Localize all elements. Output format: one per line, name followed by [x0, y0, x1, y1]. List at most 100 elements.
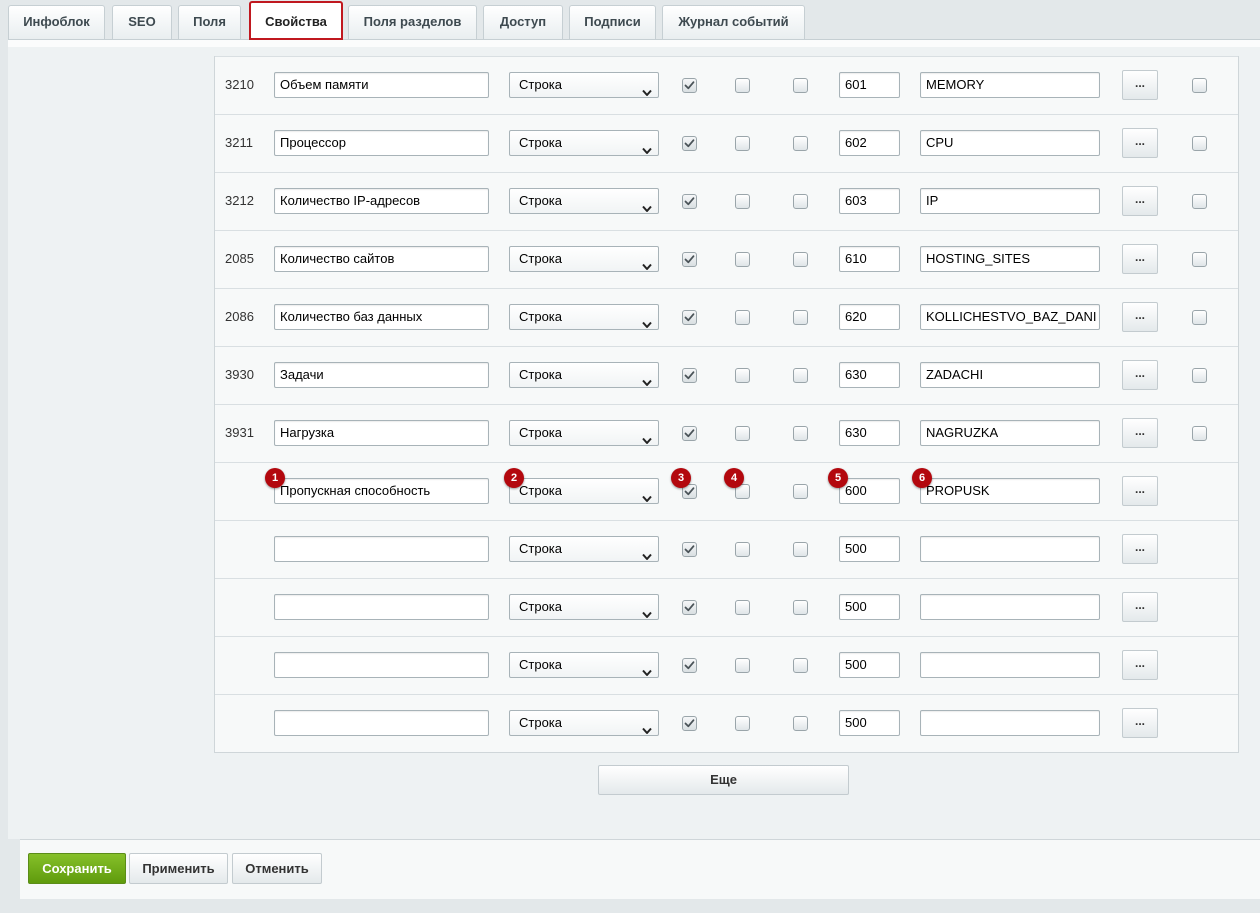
- property-type-select[interactable]: Строка: [509, 420, 659, 446]
- property-name-input[interactable]: Пропускная способность: [274, 478, 489, 504]
- property-type-select[interactable]: Строка: [509, 72, 659, 98]
- active-checkbox[interactable]: [682, 252, 697, 267]
- sort-input[interactable]: 603: [839, 188, 900, 214]
- property-name-input[interactable]: [274, 710, 489, 736]
- property-name-input[interactable]: Процессор: [274, 130, 489, 156]
- property-type-select[interactable]: Строка: [509, 478, 659, 504]
- multiple-checkbox[interactable]: [735, 194, 750, 209]
- property-settings-button[interactable]: ...: [1122, 244, 1158, 274]
- delete-checkbox[interactable]: [1192, 426, 1207, 441]
- property-type-select[interactable]: Строка: [509, 304, 659, 330]
- sort-input[interactable]: 630: [839, 420, 900, 446]
- tab-properties[interactable]: Свойства: [249, 1, 343, 40]
- delete-checkbox[interactable]: [1192, 194, 1207, 209]
- property-type-select[interactable]: Строка: [509, 652, 659, 678]
- sort-input[interactable]: 600: [839, 478, 900, 504]
- property-type-select[interactable]: Строка: [509, 536, 659, 562]
- tab-seo[interactable]: SEO: [112, 5, 172, 39]
- required-checkbox[interactable]: [793, 310, 808, 325]
- code-input[interactable]: MEMORY: [920, 72, 1100, 98]
- active-checkbox[interactable]: [682, 426, 697, 441]
- sort-input[interactable]: 601: [839, 72, 900, 98]
- property-type-select[interactable]: Строка: [509, 246, 659, 272]
- code-input[interactable]: NAGRUZKA: [920, 420, 1100, 446]
- code-input[interactable]: IP: [920, 188, 1100, 214]
- code-input[interactable]: ZADACHI: [920, 362, 1100, 388]
- property-settings-button[interactable]: ...: [1122, 592, 1158, 622]
- active-checkbox[interactable]: [682, 310, 697, 325]
- property-settings-button[interactable]: ...: [1122, 186, 1158, 216]
- code-input[interactable]: [920, 594, 1100, 620]
- required-checkbox[interactable]: [793, 600, 808, 615]
- sort-input[interactable]: 500: [839, 594, 900, 620]
- multiple-checkbox[interactable]: [735, 310, 750, 325]
- delete-checkbox[interactable]: [1192, 78, 1207, 93]
- property-name-input[interactable]: Объем памяти: [274, 72, 489, 98]
- sort-input[interactable]: 602: [839, 130, 900, 156]
- required-checkbox[interactable]: [793, 658, 808, 673]
- property-name-input[interactable]: Количество баз данных: [274, 304, 489, 330]
- more-rows-button[interactable]: Еще: [598, 765, 849, 795]
- tab-event-log[interactable]: Журнал событий: [662, 5, 805, 39]
- required-checkbox[interactable]: [793, 136, 808, 151]
- property-settings-button[interactable]: ...: [1122, 360, 1158, 390]
- code-input[interactable]: [920, 710, 1100, 736]
- property-settings-button[interactable]: ...: [1122, 534, 1158, 564]
- required-checkbox[interactable]: [793, 542, 808, 557]
- property-name-input[interactable]: Количество сайтов: [274, 246, 489, 272]
- property-name-input[interactable]: Задачи: [274, 362, 489, 388]
- multiple-checkbox[interactable]: [735, 426, 750, 441]
- sort-input[interactable]: 500: [839, 652, 900, 678]
- apply-button[interactable]: Применить: [129, 853, 228, 884]
- required-checkbox[interactable]: [793, 368, 808, 383]
- multiple-checkbox[interactable]: [735, 78, 750, 93]
- multiple-checkbox[interactable]: [735, 600, 750, 615]
- delete-checkbox[interactable]: [1192, 252, 1207, 267]
- tab-infoblock[interactable]: Инфоблок: [8, 5, 105, 39]
- multiple-checkbox[interactable]: [735, 136, 750, 151]
- multiple-checkbox[interactable]: [735, 368, 750, 383]
- code-input[interactable]: [920, 652, 1100, 678]
- required-checkbox[interactable]: [793, 78, 808, 93]
- property-name-input[interactable]: [274, 652, 489, 678]
- property-settings-button[interactable]: ...: [1122, 418, 1158, 448]
- code-input[interactable]: HOSTING_SITES: [920, 246, 1100, 272]
- code-input[interactable]: CPU: [920, 130, 1100, 156]
- property-type-select[interactable]: Строка: [509, 362, 659, 388]
- multiple-checkbox[interactable]: [735, 716, 750, 731]
- property-settings-button[interactable]: ...: [1122, 650, 1158, 680]
- property-settings-button[interactable]: ...: [1122, 128, 1158, 158]
- required-checkbox[interactable]: [793, 484, 808, 499]
- delete-checkbox[interactable]: [1192, 368, 1207, 383]
- multiple-checkbox[interactable]: [735, 658, 750, 673]
- tab-access[interactable]: Доступ: [483, 5, 563, 39]
- active-checkbox[interactable]: [682, 136, 697, 151]
- multiple-checkbox[interactable]: [735, 252, 750, 267]
- save-button[interactable]: Сохранить: [28, 853, 126, 884]
- property-settings-button[interactable]: ...: [1122, 70, 1158, 100]
- required-checkbox[interactable]: [793, 716, 808, 731]
- active-checkbox[interactable]: [682, 716, 697, 731]
- tab-section-fields[interactable]: Поля разделов: [348, 5, 477, 39]
- property-type-select[interactable]: Строка: [509, 188, 659, 214]
- required-checkbox[interactable]: [793, 426, 808, 441]
- code-input[interactable]: KOLLICHESTVO_BAZ_DANI: [920, 304, 1100, 330]
- property-type-select[interactable]: Строка: [509, 130, 659, 156]
- sort-input[interactable]: 500: [839, 710, 900, 736]
- tab-captions[interactable]: Подписи: [569, 5, 656, 39]
- property-settings-button[interactable]: ...: [1122, 708, 1158, 738]
- code-input[interactable]: PROPUSK: [920, 478, 1100, 504]
- sort-input[interactable]: 610: [839, 246, 900, 272]
- property-name-input[interactable]: [274, 594, 489, 620]
- sort-input[interactable]: 630: [839, 362, 900, 388]
- property-settings-button[interactable]: ...: [1122, 302, 1158, 332]
- sort-input[interactable]: 500: [839, 536, 900, 562]
- property-name-input[interactable]: Количество IP-адресов: [274, 188, 489, 214]
- tab-fields[interactable]: Поля: [178, 5, 241, 39]
- required-checkbox[interactable]: [793, 252, 808, 267]
- active-checkbox[interactable]: [682, 600, 697, 615]
- required-checkbox[interactable]: [793, 194, 808, 209]
- delete-checkbox[interactable]: [1192, 310, 1207, 325]
- multiple-checkbox[interactable]: [735, 542, 750, 557]
- property-type-select[interactable]: Строка: [509, 710, 659, 736]
